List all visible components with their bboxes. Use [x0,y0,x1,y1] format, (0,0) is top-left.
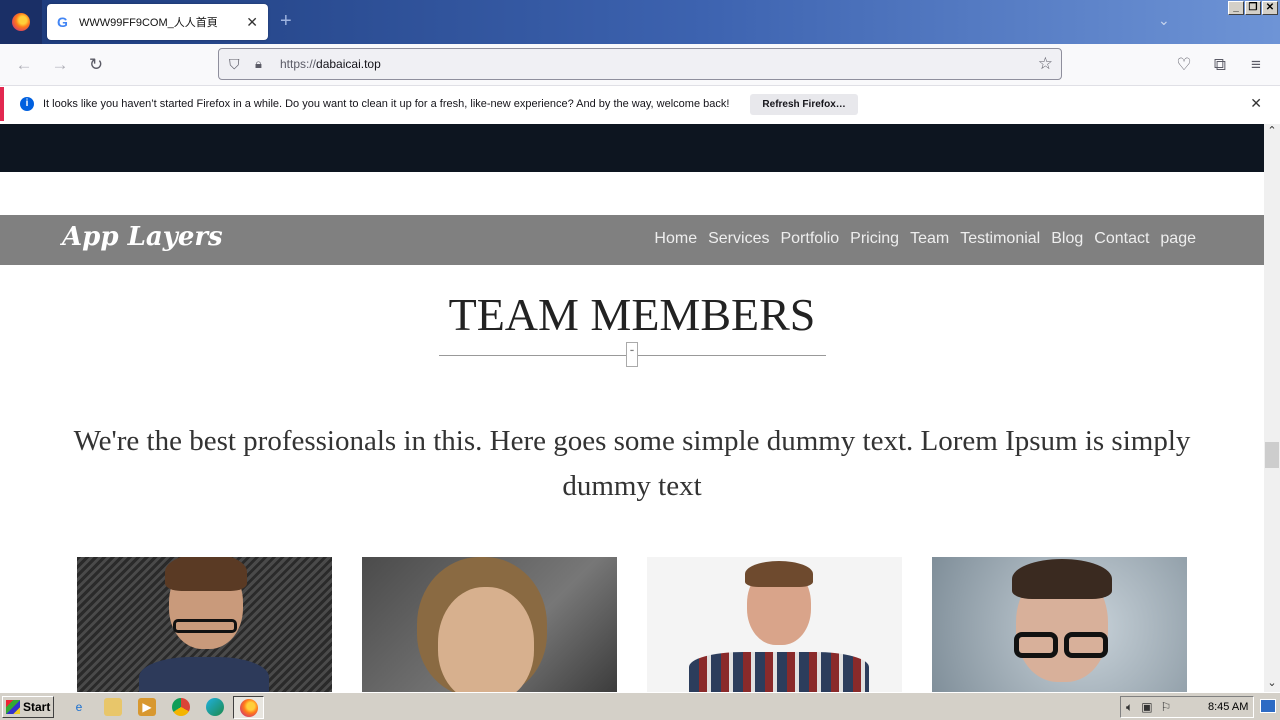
minimize-button[interactable]: _ [1228,1,1244,15]
chrome-icon[interactable] [172,698,190,716]
page-scrollbar[interactable]: ⌃ ⌄ [1264,124,1280,692]
arrow-left-icon[interactable]: ← [13,54,35,76]
tab-active[interactable]: G WWW99FF9COM_人人首頁 ✕ [47,4,268,40]
team-photo-4[interactable] [932,557,1187,692]
menu-item-services[interactable]: Services [708,230,769,248]
firefox-logo-icon [12,13,30,31]
team-photo-1[interactable] [77,557,332,692]
divider-ornament-icon: ▪▪ [626,342,638,367]
site-menu: Home Services Portfolio Pricing Team Tes… [654,230,1196,248]
notification-message: It looks like you haven’t started Firefo… [43,98,730,110]
section-heading: TEAM MEMBERS [448,289,816,340]
tab-close-icon[interactable]: ✕ [246,14,258,31]
close-window-button[interactable]: ✕ [1262,1,1278,15]
menu-item-portfolio[interactable]: Portfolio [780,230,839,248]
site-logo[interactable]: App Layers [62,222,223,252]
google-favicon-icon: G [57,14,68,30]
windows-taskbar: Start e ▶ 🔈︎ ▣ ⚐ 8:45 AM [0,692,1280,720]
section-intro: We're the best professionals in this. He… [73,425,1191,502]
clock[interactable]: 8:45 AM [1208,701,1248,713]
reload-icon[interactable]: ↻ [85,54,107,76]
site-navbar: App Layers Home Services Portfolio Prici… [0,215,1264,265]
show-desktop-icon[interactable] [1260,699,1276,713]
browser-titlebar: G WWW99FF9COM_人人首頁 ✕ + ⌄ _ ❐ ✕ [0,0,1280,44]
scrollbar-thumb[interactable] [1265,442,1279,468]
arrow-right-icon[interactable]: → [49,54,71,76]
explorer-icon[interactable] [104,698,122,716]
team-photo-2[interactable] [362,557,617,692]
navigation-toolbar: ← → ↻ ⛉ 🔒︎ https://dabaicai.top ☆ ♡ ⧉ ≡ [0,44,1280,86]
url-bar[interactable]: ⛉ 🔒︎ https://dabaicai.top ☆ [218,48,1062,80]
anyrun-watermark: ANY.RUN [1040,488,1225,532]
start-label: Start [23,700,51,714]
menu-item-home[interactable]: Home [654,230,697,248]
scroll-up-icon[interactable]: ⌃ [1264,124,1280,140]
tray-icons: 🔈︎ ▣ ⚐ [1126,700,1171,715]
hero-banner [0,124,1264,172]
volume-icon[interactable]: 🔈︎ [1126,700,1133,715]
info-icon: i [20,97,34,111]
menu-item-contact[interactable]: Contact [1094,230,1149,248]
menu-item-blog[interactable]: Blog [1051,230,1083,248]
page-viewport: App Layers Home Services Portfolio Prici… [0,124,1264,692]
menu-item-pricing[interactable]: Pricing [850,230,899,248]
menu-item-testimonial[interactable]: Testimonial [960,230,1040,248]
media-player-icon[interactable]: ▶ [138,698,156,716]
firefox-taskbar-button[interactable] [233,696,264,719]
menu-item-team[interactable]: Team [910,230,949,248]
edge-icon[interactable] [206,698,224,716]
star-icon[interactable]: ☆ [1038,54,1053,74]
list-all-tabs-icon[interactable]: ⌄ [1158,12,1170,29]
team-photo-3[interactable] [647,557,902,692]
windows-logo-icon [6,700,20,714]
menu-item-page[interactable]: page [1160,230,1196,248]
ie-icon[interactable]: e [70,698,88,716]
action-center-flag-icon[interactable]: ⚐ [1161,700,1172,715]
close-notification-icon[interactable]: ✕ [1250,95,1262,112]
refresh-firefox-button[interactable]: Refresh Firefox… [750,93,858,115]
restore-button[interactable]: ❐ [1245,1,1261,15]
tab-title: WWW99FF9COM_人人首頁 [79,17,218,29]
window-controls: _ ❐ ✕ [1228,1,1278,15]
firefox-menu-button[interactable] [0,0,42,44]
firefox-icon [240,699,258,717]
url-text[interactable]: https://dabaicai.top [280,57,381,71]
pocket-icon[interactable]: ♡ [1173,54,1195,76]
notification-bar: i It looks like you haven’t started Fire… [0,87,1280,121]
lock-icon[interactable]: 🔒︎ [255,56,271,72]
new-tab-icon[interactable]: + [280,10,292,33]
shield-icon[interactable]: ⛉ [229,56,245,73]
puzzle-icon[interactable]: ⧉ [1209,54,1231,76]
network-icon[interactable]: ▣ [1141,700,1152,715]
scroll-down-icon[interactable]: ⌄ [1264,676,1280,692]
hamburger-icon[interactable]: ≡ [1245,54,1267,76]
start-button[interactable]: Start [2,696,54,718]
